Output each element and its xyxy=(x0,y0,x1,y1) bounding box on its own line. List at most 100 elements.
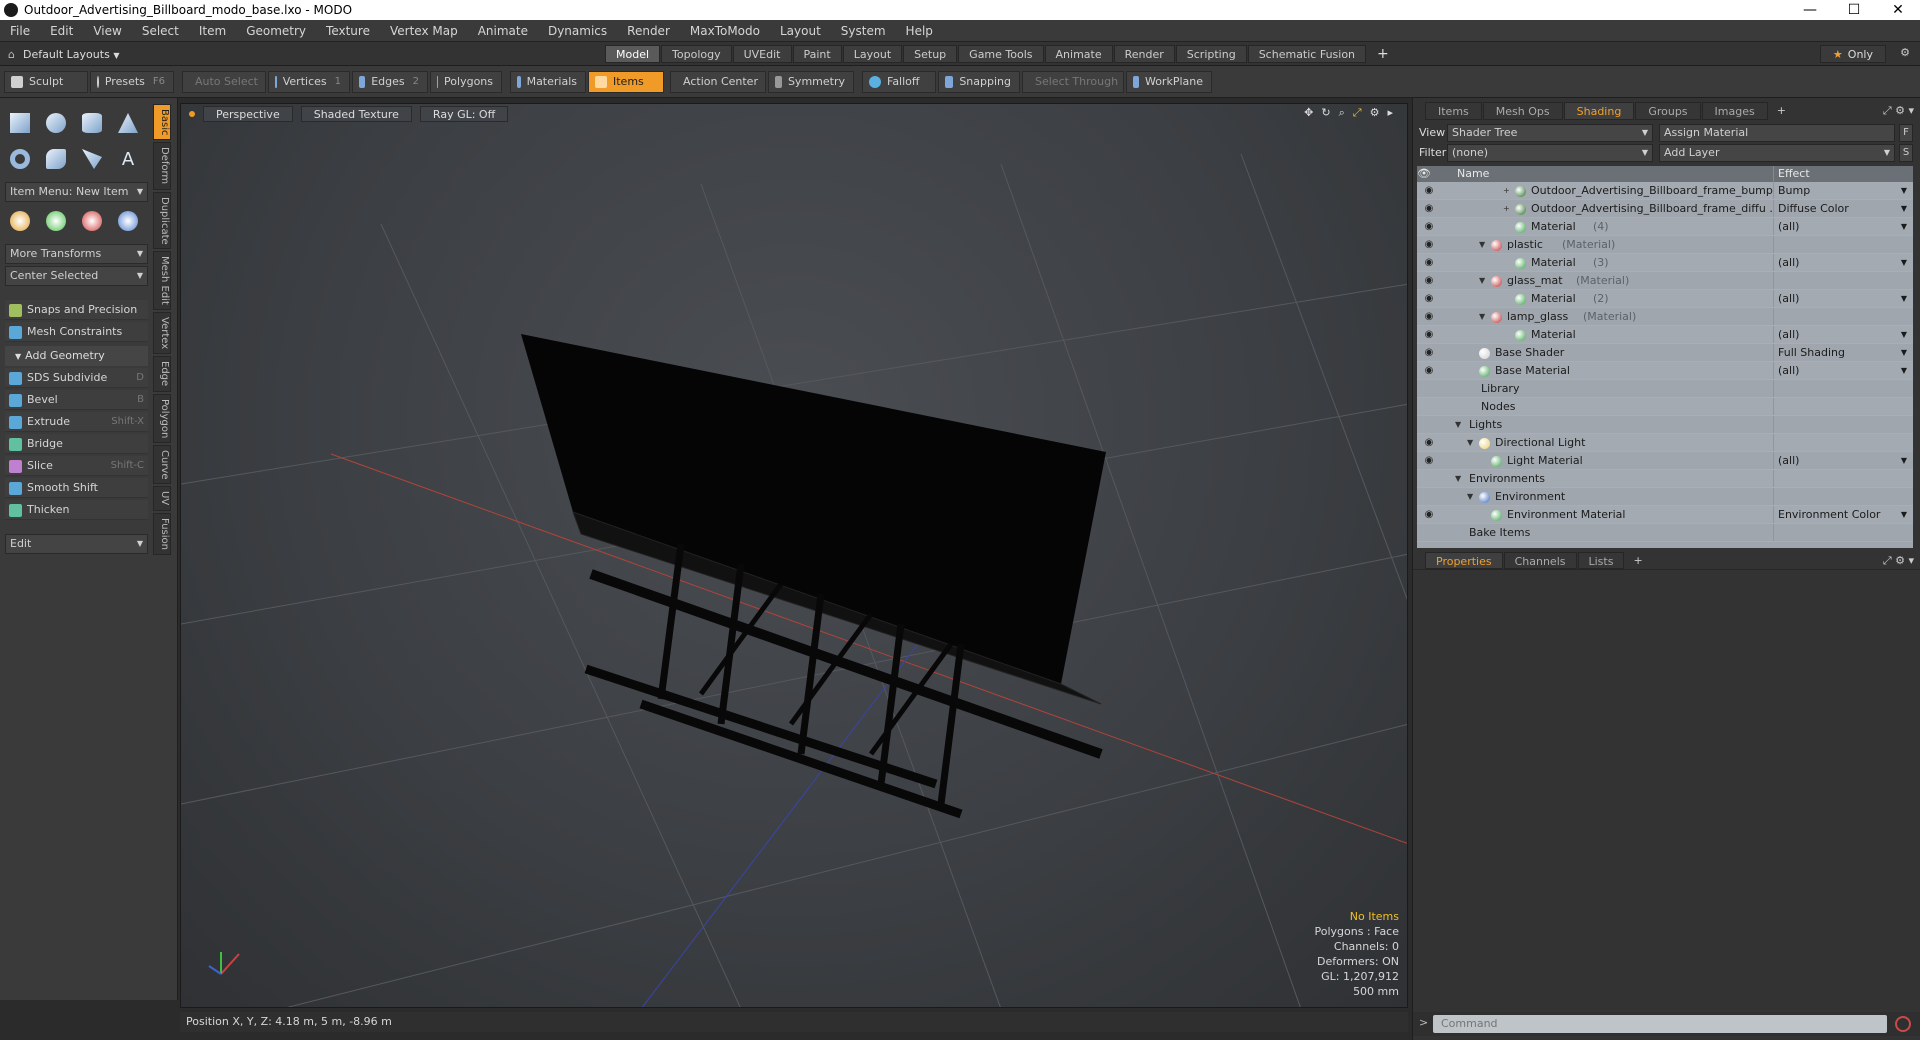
edges-button[interactable]: Edges 2 xyxy=(352,71,428,93)
tree-row[interactable]: ◉ + Outdoor_Advertising_Billboard_frame_di… xyxy=(1417,200,1913,218)
add-tab-button[interactable]: + xyxy=(1367,45,1399,63)
ray-gl-tab[interactable]: Ray GL: Off xyxy=(419,106,509,122)
vtab-vertex[interactable]: Vertex xyxy=(153,312,171,355)
eye-icon[interactable]: ◉ xyxy=(1417,254,1441,271)
maximize-button[interactable]: ☐ xyxy=(1832,2,1876,18)
cylinder-primitive-button[interactable] xyxy=(77,108,107,138)
auto-select-button[interactable]: Auto Select xyxy=(182,71,266,93)
tab-animate[interactable]: Animate xyxy=(1044,45,1113,63)
eye-icon[interactable] xyxy=(1417,524,1441,541)
vtab-polygon[interactable]: Polygon xyxy=(153,393,171,443)
only-button[interactable]: ★ Only xyxy=(1819,45,1886,63)
items-button[interactable]: Items xyxy=(588,71,664,93)
tree-row[interactable]: Library xyxy=(1417,380,1913,398)
tree-row[interactable]: ◉ Environment Material Environment Color ▼ xyxy=(1417,506,1913,524)
tree-effect-cell[interactable]: Full Shading ▼ xyxy=(1773,344,1913,361)
tab-groups[interactable]: Groups xyxy=(1635,102,1701,120)
command-input[interactable] xyxy=(1433,1015,1887,1033)
menu-layout[interactable]: Layout xyxy=(770,24,831,38)
panel-menu-icon[interactable] xyxy=(1413,102,1425,120)
tree-row[interactable]: ◉ Base Shader Full Shading ▼ xyxy=(1417,344,1913,362)
chevron-down-icon[interactable]: ▼ xyxy=(1901,326,1907,344)
eye-icon[interactable]: ◉ xyxy=(1417,218,1441,235)
panel-expand-gear-icon[interactable]: ⤢ ⚙ ▾ xyxy=(1883,104,1914,118)
polygons-button[interactable]: Polygons xyxy=(430,71,502,93)
tree-row[interactable]: ◉ ▼ glass_mat (Material) xyxy=(1417,272,1913,290)
name-column-header[interactable]: Name xyxy=(1447,166,1773,182)
tab-channels[interactable]: Channels xyxy=(1503,552,1577,569)
tree-row[interactable]: Bake Items xyxy=(1417,524,1913,542)
transform-tool-button[interactable] xyxy=(113,206,143,236)
tree-effect-cell[interactable]: (all) ▼ xyxy=(1773,326,1913,343)
tree-row[interactable]: ◉ Base Material (all) ▼ xyxy=(1417,362,1913,380)
tab-layout[interactable]: Layout xyxy=(842,45,903,63)
eye-icon[interactable]: ◉ xyxy=(1417,182,1441,199)
menu-vertex-map[interactable]: Vertex Map xyxy=(380,24,468,38)
center-selected-dropdown[interactable]: Center Selected ▼ xyxy=(5,266,148,286)
snapping-button[interactable]: Snapping xyxy=(938,71,1020,93)
sds-subdivide-button[interactable]: SDS Subdivide D xyxy=(5,368,148,388)
tube-primitive-button[interactable] xyxy=(41,144,71,174)
chevron-down-icon[interactable]: ▼ xyxy=(1901,200,1907,218)
eye-icon[interactable]: ◉ xyxy=(1417,236,1441,253)
tab-shading[interactable]: Shading xyxy=(1563,102,1635,120)
tree-row[interactable]: ▼ Lights xyxy=(1417,416,1913,434)
vtab-mesh-edit[interactable]: Mesh Edit xyxy=(153,251,171,311)
edit-dropdown[interactable]: Edit ▼ xyxy=(5,534,148,554)
tab-paint[interactable]: Paint xyxy=(792,45,842,63)
chevron-down-icon[interactable]: ▼ xyxy=(1901,182,1907,200)
action-center-button[interactable]: Action Center xyxy=(670,71,766,93)
menu-dynamics[interactable]: Dynamics xyxy=(538,24,617,38)
3d-viewport[interactable]: Perspective Shaded Texture Ray GL: Off ✥… xyxy=(180,103,1408,1008)
sculpt-button[interactable]: Sculpt xyxy=(4,71,88,93)
assign-material-button[interactable]: Assign Material xyxy=(1659,124,1895,142)
menu-item[interactable]: Item xyxy=(189,24,236,38)
scale-tool-button[interactable] xyxy=(77,206,107,236)
add-tab-button[interactable]: + xyxy=(1769,102,1794,120)
expand-plus-icon[interactable]: + xyxy=(1503,182,1510,199)
collapse-triangle-icon[interactable]: ▼ xyxy=(1479,236,1485,253)
tab-lists[interactable]: Lists xyxy=(1577,552,1625,569)
mesh-constraints-button[interactable]: Mesh Constraints xyxy=(5,322,148,342)
tree-row[interactable]: ◉ ▼ lamp_glass (Material) xyxy=(1417,308,1913,326)
pen-primitive-button[interactable] xyxy=(77,144,107,174)
eye-icon[interactable]: ◉ xyxy=(1417,272,1441,289)
chevron-down-icon[interactable]: ▼ xyxy=(1901,344,1907,362)
orbit-icon[interactable]: ↻ xyxy=(1321,106,1330,120)
move-tool-button[interactable] xyxy=(5,206,35,236)
s-button[interactable]: S xyxy=(1899,144,1913,162)
tab-items[interactable]: Items xyxy=(1425,102,1482,120)
menu-render[interactable]: Render xyxy=(617,24,680,38)
chevron-down-icon[interactable]: ▼ xyxy=(1901,452,1907,470)
chevron-down-icon[interactable]: ▼ xyxy=(1901,362,1907,380)
eye-icon[interactable]: ◉ xyxy=(1417,452,1441,469)
vtab-deform[interactable]: Deform xyxy=(153,142,171,190)
tab-model[interactable]: Model xyxy=(605,45,661,63)
menu-edit[interactable]: Edit xyxy=(40,24,83,38)
effect-column-header[interactable]: Effect xyxy=(1773,166,1913,182)
text-primitive-button[interactable]: A xyxy=(113,144,143,174)
menu-texture[interactable]: Texture xyxy=(316,24,380,38)
vtab-fusion[interactable]: Fusion xyxy=(153,512,171,555)
collapse-triangle-icon[interactable]: ▼ xyxy=(1455,470,1461,487)
eye-icon[interactable]: ◉ xyxy=(1417,200,1441,217)
presets-button[interactable]: Presets F6 xyxy=(90,71,174,93)
workplane-button[interactable]: WorkPlane xyxy=(1126,71,1212,93)
eye-icon[interactable]: ◉ xyxy=(1417,434,1441,451)
tree-effect-cell[interactable]: (all) ▼ xyxy=(1773,362,1913,379)
panel-menu-icon[interactable] xyxy=(1413,552,1425,569)
bevel-button[interactable]: Bevel B xyxy=(5,390,148,410)
layout-home-icon[interactable]: ⌂ xyxy=(8,48,15,61)
add-tab-button[interactable]: + xyxy=(1625,552,1650,569)
minimize-button[interactable]: — xyxy=(1788,2,1832,18)
tree-row[interactable]: ◉ Material (4) (all) ▼ xyxy=(1417,218,1913,236)
rotate-tool-button[interactable] xyxy=(41,206,71,236)
tab-uvedit[interactable]: UVEdit xyxy=(732,45,792,63)
chevron-down-icon[interactable]: ▼ xyxy=(1901,506,1907,524)
fit-icon[interactable]: ⤢ xyxy=(1353,106,1362,120)
vtab-curve[interactable]: Curve xyxy=(153,444,171,485)
vtab-duplicate[interactable]: Duplicate xyxy=(153,191,171,250)
eye-icon[interactable] xyxy=(1417,416,1441,433)
slice-button[interactable]: Slice Shift-C xyxy=(5,456,148,476)
tree-row[interactable]: ◉ + Outdoor_Advertising_Billboard_frame_bu… xyxy=(1417,182,1913,200)
